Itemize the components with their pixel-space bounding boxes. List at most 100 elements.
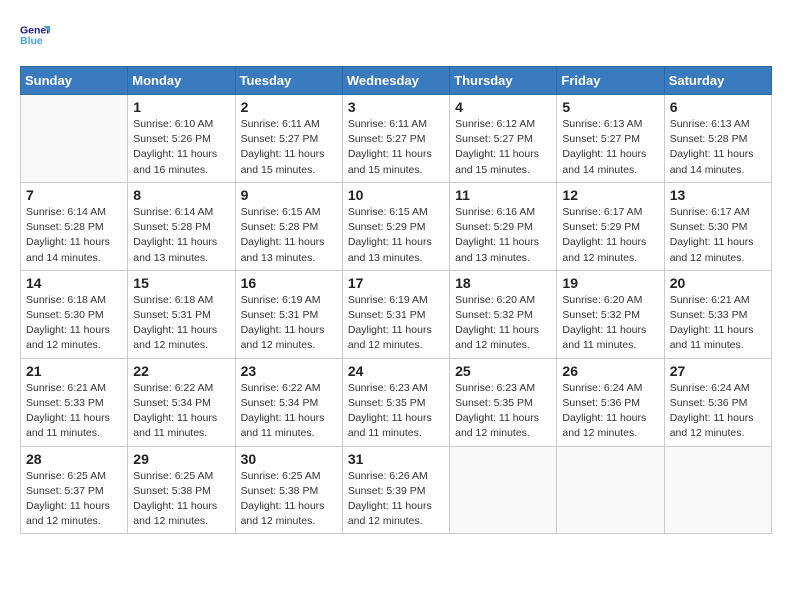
day-number: 2: [241, 99, 337, 115]
calendar-body: 1Sunrise: 6:10 AMSunset: 5:26 PMDaylight…: [21, 95, 772, 534]
calendar-day-cell: 2 Sunrise: 6:11 AMSunset: 5:27 PMDaylight…: [235, 95, 342, 183]
weekday-header-cell: Friday: [557, 67, 664, 95]
calendar-day-cell: 8 Sunrise: 6:14 AMSunset: 5:28 PMDaylight…: [128, 182, 235, 270]
day-number: 27: [670, 363, 766, 379]
day-info: Sunrise: 6:23 AMSunset: 5:35 PMDaylight:…: [455, 381, 551, 442]
logo-icon: General Blue: [20, 20, 50, 50]
calendar-day-cell: 6 Sunrise: 6:13 AMSunset: 5:28 PMDaylight…: [664, 95, 771, 183]
day-number: 14: [26, 275, 122, 291]
calendar-day-cell: 13 Sunrise: 6:17 AMSunset: 5:30 PMDayligh…: [664, 182, 771, 270]
calendar-day-cell: 1Sunrise: 6:10 AMSunset: 5:26 PMDaylight…: [128, 95, 235, 183]
calendar-day-cell: 11 Sunrise: 6:16 AMSunset: 5:29 PMDayligh…: [450, 182, 557, 270]
calendar-table: SundayMondayTuesdayWednesdayThursdayFrid…: [20, 66, 772, 534]
svg-text:Blue: Blue: [20, 35, 43, 47]
day-info: Sunrise: 6:19 AMSunset: 5:31 PMDaylight:…: [241, 293, 337, 354]
day-number: 13: [670, 187, 766, 203]
day-info: Sunrise: 6:23 AMSunset: 5:35 PMDaylight:…: [348, 381, 444, 442]
day-info: Sunrise: 6:18 AMSunset: 5:30 PMDaylight:…: [26, 293, 122, 354]
day-info: Sunrise: 6:22 AMSunset: 5:34 PMDaylight:…: [133, 381, 229, 442]
day-info: Sunrise: 6:10 AMSunset: 5:26 PMDaylight:…: [133, 117, 229, 178]
calendar-day-cell: 27 Sunrise: 6:24 AMSunset: 5:36 PMDayligh…: [664, 358, 771, 446]
calendar-day-cell: 18Sunrise: 6:20 AMSunset: 5:32 PMDayligh…: [450, 270, 557, 358]
day-number: 15: [133, 275, 229, 291]
day-info: Sunrise: 6:11 AMSunset: 5:27 PMDaylight:…: [241, 117, 337, 178]
day-info: Sunrise: 6:25 AMSunset: 5:38 PMDaylight:…: [133, 469, 229, 530]
day-info: Sunrise: 6:11 AMSunset: 5:27 PMDaylight:…: [348, 117, 444, 178]
calendar-day-cell: [557, 446, 664, 534]
day-number: 29: [133, 451, 229, 467]
calendar-day-cell: 16 Sunrise: 6:19 AMSunset: 5:31 PMDayligh…: [235, 270, 342, 358]
calendar-day-cell: 31Sunrise: 6:26 AMSunset: 5:39 PMDayligh…: [342, 446, 449, 534]
calendar-day-cell: 3 Sunrise: 6:11 AMSunset: 5:27 PMDaylight…: [342, 95, 449, 183]
day-info: Sunrise: 6:20 AMSunset: 5:32 PMDaylight:…: [562, 293, 658, 354]
day-info: Sunrise: 6:24 AMSunset: 5:36 PMDaylight:…: [562, 381, 658, 442]
day-info: Sunrise: 6:12 AMSunset: 5:27 PMDaylight:…: [455, 117, 551, 178]
calendar-day-cell: [664, 446, 771, 534]
day-number: 10: [348, 187, 444, 203]
day-number: 6: [670, 99, 766, 115]
weekday-header-cell: Thursday: [450, 67, 557, 95]
day-info: Sunrise: 6:16 AMSunset: 5:29 PMDaylight:…: [455, 205, 551, 266]
day-info: Sunrise: 6:13 AMSunset: 5:28 PMDaylight:…: [670, 117, 766, 178]
day-number: 23: [241, 363, 337, 379]
calendar-day-cell: 21Sunrise: 6:21 AMSunset: 5:33 PMDayligh…: [21, 358, 128, 446]
day-number: 17: [348, 275, 444, 291]
day-info: Sunrise: 6:17 AMSunset: 5:30 PMDaylight:…: [670, 205, 766, 266]
day-number: 5: [562, 99, 658, 115]
logo: General Blue: [20, 20, 54, 50]
day-info: Sunrise: 6:22 AMSunset: 5:34 PMDaylight:…: [241, 381, 337, 442]
day-info: Sunrise: 6:25 AMSunset: 5:38 PMDaylight:…: [241, 469, 337, 530]
calendar-day-cell: 28 Sunrise: 6:25 AMSunset: 5:37 PMDayligh…: [21, 446, 128, 534]
calendar-day-cell: 24 Sunrise: 6:23 AMSunset: 5:35 PMDayligh…: [342, 358, 449, 446]
day-info: Sunrise: 6:25 AMSunset: 5:37 PMDaylight:…: [26, 469, 122, 530]
day-number: 16: [241, 275, 337, 291]
day-number: 9: [241, 187, 337, 203]
day-info: Sunrise: 6:15 AMSunset: 5:29 PMDaylight:…: [348, 205, 444, 266]
day-number: 12: [562, 187, 658, 203]
calendar-day-cell: 5Sunrise: 6:13 AMSunset: 5:27 PMDaylight…: [557, 95, 664, 183]
calendar-day-cell: 19 Sunrise: 6:20 AMSunset: 5:32 PMDayligh…: [557, 270, 664, 358]
calendar-week-row: 7 Sunrise: 6:14 AMSunset: 5:28 PMDaylight…: [21, 182, 772, 270]
day-info: Sunrise: 6:21 AMSunset: 5:33 PMDaylight:…: [26, 381, 122, 442]
calendar-week-row: 14 Sunrise: 6:18 AMSunset: 5:30 PMDayligh…: [21, 270, 772, 358]
calendar-day-cell: 30 Sunrise: 6:25 AMSunset: 5:38 PMDayligh…: [235, 446, 342, 534]
day-info: Sunrise: 6:26 AMSunset: 5:39 PMDaylight:…: [348, 469, 444, 530]
calendar-day-cell: 25 Sunrise: 6:23 AMSunset: 5:35 PMDayligh…: [450, 358, 557, 446]
calendar-day-cell: 17 Sunrise: 6:19 AMSunset: 5:31 PMDayligh…: [342, 270, 449, 358]
calendar-day-cell: 29 Sunrise: 6:25 AMSunset: 5:38 PMDayligh…: [128, 446, 235, 534]
calendar-day-cell: 4Sunrise: 6:12 AMSunset: 5:27 PMDaylight…: [450, 95, 557, 183]
day-info: Sunrise: 6:19 AMSunset: 5:31 PMDaylight:…: [348, 293, 444, 354]
calendar-week-row: 21Sunrise: 6:21 AMSunset: 5:33 PMDayligh…: [21, 358, 772, 446]
weekday-header-cell: Wednesday: [342, 67, 449, 95]
calendar-day-cell: [21, 95, 128, 183]
day-info: Sunrise: 6:18 AMSunset: 5:31 PMDaylight:…: [133, 293, 229, 354]
calendar-week-row: 28 Sunrise: 6:25 AMSunset: 5:37 PMDayligh…: [21, 446, 772, 534]
calendar-day-cell: 12Sunrise: 6:17 AMSunset: 5:29 PMDayligh…: [557, 182, 664, 270]
day-number: 26: [562, 363, 658, 379]
day-number: 11: [455, 187, 551, 203]
calendar-day-cell: 10 Sunrise: 6:15 AMSunset: 5:29 PMDayligh…: [342, 182, 449, 270]
day-info: Sunrise: 6:15 AMSunset: 5:28 PMDaylight:…: [241, 205, 337, 266]
weekday-header-cell: Tuesday: [235, 67, 342, 95]
day-number: 22: [133, 363, 229, 379]
day-number: 3: [348, 99, 444, 115]
day-number: 19: [562, 275, 658, 291]
calendar-day-cell: 20Sunrise: 6:21 AMSunset: 5:33 PMDayligh…: [664, 270, 771, 358]
day-number: 18: [455, 275, 551, 291]
day-number: 25: [455, 363, 551, 379]
weekday-header-cell: Sunday: [21, 67, 128, 95]
day-number: 24: [348, 363, 444, 379]
day-number: 7: [26, 187, 122, 203]
calendar-day-cell: 22 Sunrise: 6:22 AMSunset: 5:34 PMDayligh…: [128, 358, 235, 446]
day-number: 30: [241, 451, 337, 467]
calendar-week-row: 1Sunrise: 6:10 AMSunset: 5:26 PMDaylight…: [21, 95, 772, 183]
weekday-header-cell: Saturday: [664, 67, 771, 95]
day-number: 8: [133, 187, 229, 203]
calendar-day-cell: 23 Sunrise: 6:22 AMSunset: 5:34 PMDayligh…: [235, 358, 342, 446]
calendar-day-cell: 14 Sunrise: 6:18 AMSunset: 5:30 PMDayligh…: [21, 270, 128, 358]
day-number: 28: [26, 451, 122, 467]
day-info: Sunrise: 6:24 AMSunset: 5:36 PMDaylight:…: [670, 381, 766, 442]
calendar-day-cell: [450, 446, 557, 534]
day-info: Sunrise: 6:14 AMSunset: 5:28 PMDaylight:…: [133, 205, 229, 266]
day-number: 20: [670, 275, 766, 291]
